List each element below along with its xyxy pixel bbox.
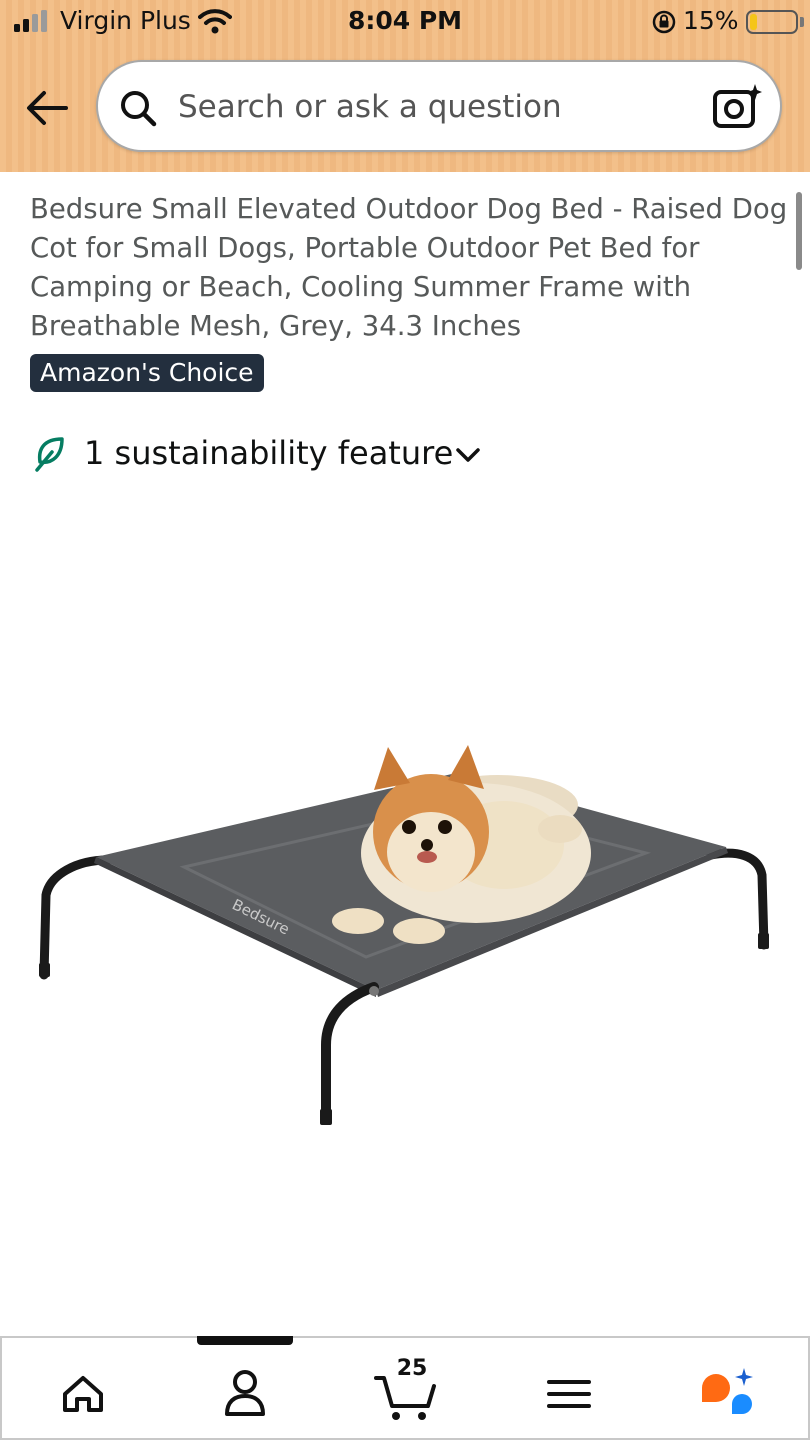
rufus-icon[interactable] [692, 1364, 762, 1424]
app-header: Virgin Plus 8:04 PM 15% [0, 0, 810, 172]
product-image[interactable]: Bedsure [36, 735, 776, 1135]
page-scrollbar[interactable] [796, 192, 802, 270]
orientation-lock-icon [652, 10, 676, 34]
battery-level [750, 14, 757, 30]
camera-search-icon[interactable] [712, 84, 762, 130]
bottom-navigation: 25 [0, 1336, 810, 1440]
product-title: Bedsure Small Elevated Outdoor Dog Bed -… [30, 193, 788, 342]
cart-count: 25 [396, 1356, 428, 1381]
cart-button[interactable]: 25 [370, 1356, 440, 1424]
status-bar: Virgin Plus 8:04 PM 15% [0, 0, 810, 44]
account-icon[interactable] [210, 1364, 280, 1424]
search-icon [121, 91, 157, 127]
menu-icon[interactable] [534, 1364, 604, 1424]
battery-icon [746, 10, 798, 34]
battery-percent: 15% [683, 6, 739, 35]
battery-tip [800, 17, 804, 27]
amazons-choice-badge[interactable]: Amazon's Choice [30, 354, 264, 392]
leaf-icon [35, 437, 64, 472]
search-bar[interactable] [96, 60, 782, 152]
active-tab-indicator [197, 1336, 293, 1345]
home-icon[interactable] [48, 1364, 118, 1424]
sustainability-label: 1 sustainability feature [84, 434, 454, 472]
search-input[interactable] [178, 82, 698, 132]
back-button[interactable] [22, 86, 72, 130]
chevron-down-icon [456, 448, 480, 462]
